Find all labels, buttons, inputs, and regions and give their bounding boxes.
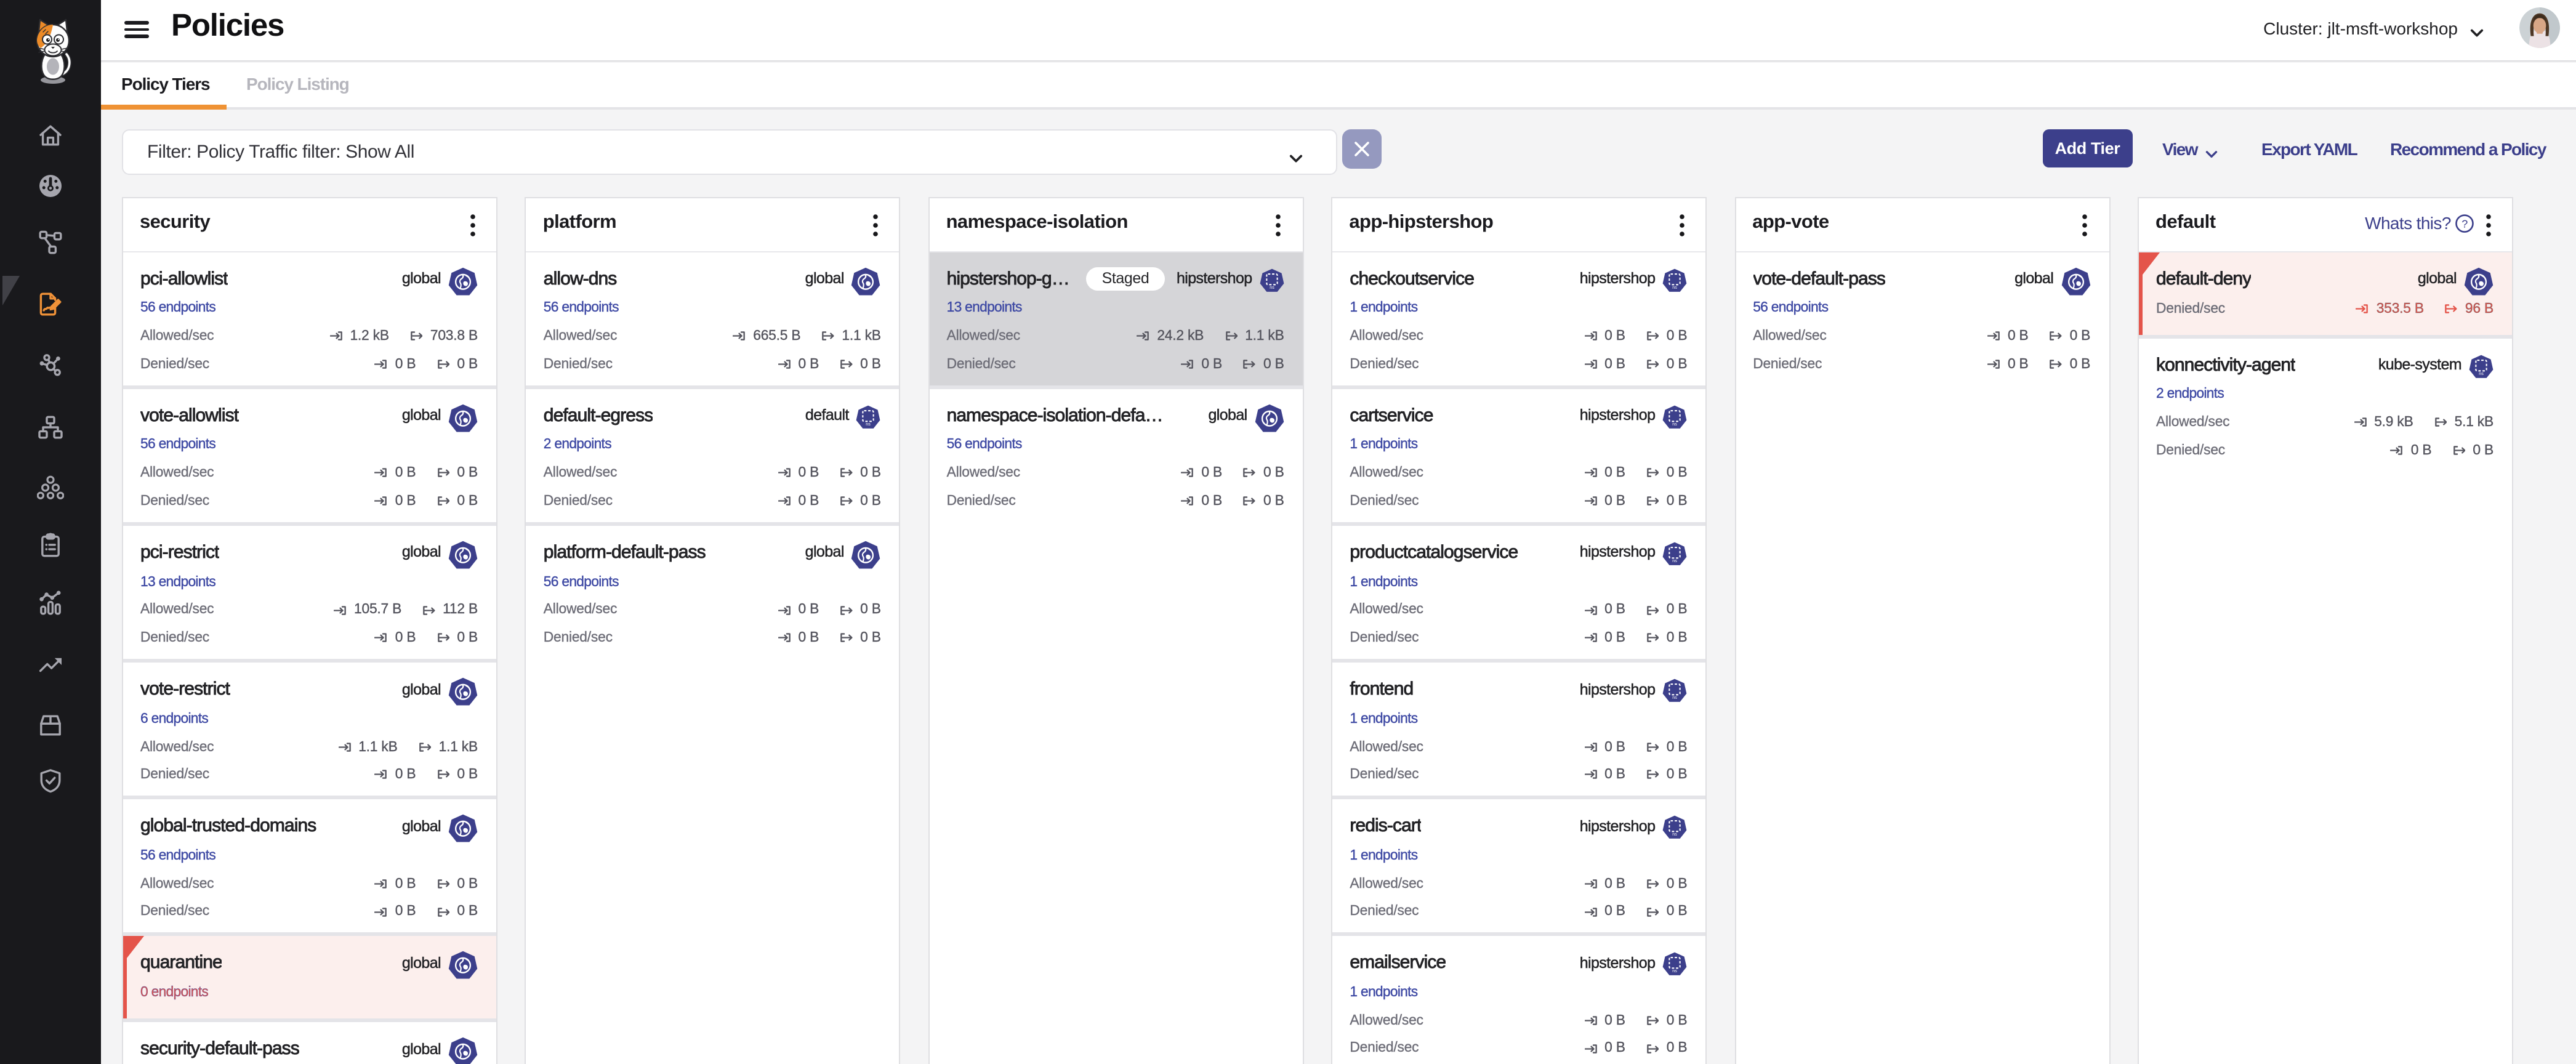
svg-text:ns: ns <box>866 421 871 426</box>
svg-text:ns: ns <box>1673 558 1678 563</box>
svg-text:ns: ns <box>2479 371 2484 376</box>
svg-text:ns: ns <box>1270 284 1274 289</box>
svg-text:?: ? <box>2461 217 2468 230</box>
svg-text:ns: ns <box>1673 695 1678 700</box>
svg-text:ns: ns <box>1673 969 1678 974</box>
svg-text:ns: ns <box>1673 832 1678 837</box>
svg-text:ns: ns <box>1673 421 1678 426</box>
svg-text:ns: ns <box>1673 284 1678 289</box>
